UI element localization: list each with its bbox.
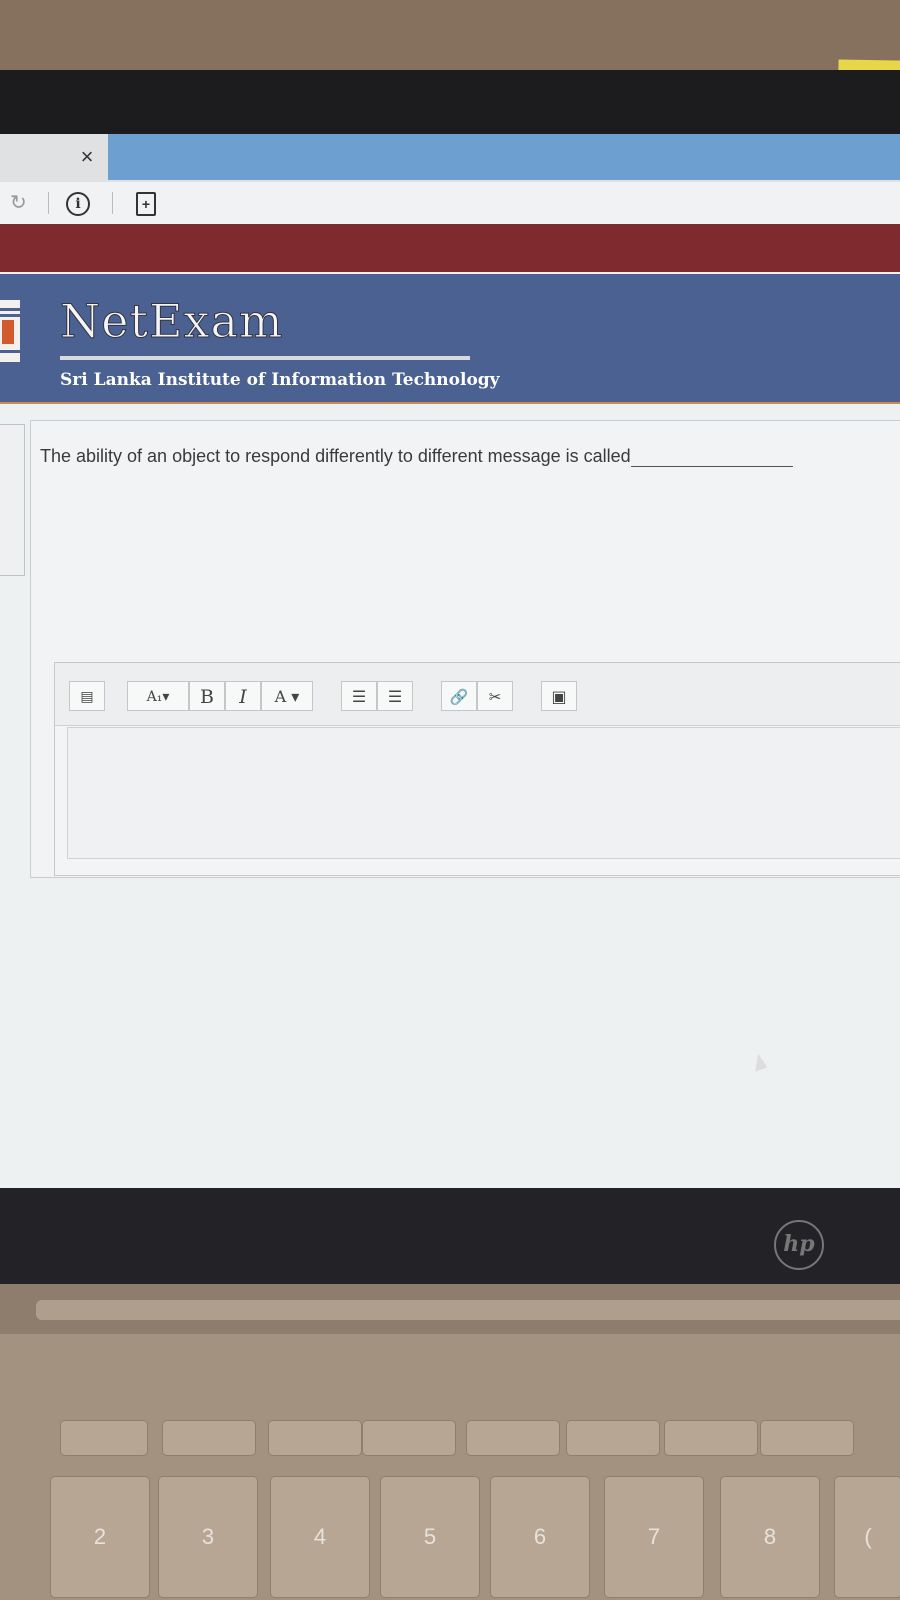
top-bezel	[0, 70, 900, 136]
key-2: 2	[50, 1476, 150, 1598]
laptop-screen: × ↻ i + NetExam Sri Lanka Institute of I…	[0, 134, 900, 1188]
sliit-logo-icon	[0, 300, 20, 362]
answer-blank	[630, 450, 793, 467]
function-key	[566, 1420, 660, 1456]
paragraph-format-dropdown[interactable]: A₁▾	[127, 681, 189, 711]
unlink-button[interactable]: ✂	[477, 681, 513, 711]
link-button[interactable]: 🔗	[441, 681, 477, 711]
key-6: 6	[490, 1476, 590, 1598]
function-key	[362, 1420, 456, 1456]
editor-toolbar: ▤ A₁▾ B I A ▾ ☰ ☰ 🔗 ✂ ▣	[55, 663, 900, 726]
key-3: 3	[158, 1476, 258, 1598]
header-divider	[0, 402, 900, 404]
mouse-cursor-icon	[749, 1052, 768, 1072]
reload-icon[interactable]: ↻	[10, 190, 27, 215]
font-color-dropdown[interactable]: A ▾	[261, 681, 313, 711]
insert-image-button[interactable]: ▣	[541, 681, 577, 711]
function-key	[268, 1420, 362, 1456]
bold-button[interactable]: B	[189, 681, 225, 711]
function-key	[466, 1420, 560, 1456]
separator	[112, 192, 113, 214]
key-4: 4	[270, 1476, 370, 1598]
key-8: 8	[720, 1476, 820, 1598]
function-key	[162, 1420, 256, 1456]
background-wall	[0, 0, 900, 70]
numbered-list-button[interactable]: ☰	[377, 681, 413, 711]
info-icon[interactable]: i	[66, 192, 90, 216]
function-key	[664, 1420, 758, 1456]
function-key	[760, 1420, 854, 1456]
question-text: The ability of an object to respond diff…	[40, 446, 631, 466]
hp-logo-icon: hp	[774, 1220, 824, 1270]
function-key	[60, 1420, 148, 1456]
pdf-icon[interactable]: +	[136, 192, 156, 216]
italic-button[interactable]: I	[225, 681, 261, 711]
site-header: NetExam Sri Lanka Institute of Informati…	[0, 274, 900, 402]
toolbar-toggle-icon[interactable]: ▤	[69, 681, 105, 711]
key-5: 5	[380, 1476, 480, 1598]
key-paren: (	[834, 1476, 900, 1598]
rich-text-editor: ▤ A₁▾ B I A ▾ ☰ ☰ 🔗 ✂ ▣	[54, 662, 900, 876]
side-panel-tab[interactable]	[0, 424, 25, 576]
question-row: The ability of an object to respond diff…	[40, 446, 793, 467]
answer-textarea[interactable]	[67, 727, 900, 859]
lower-bezel	[0, 1188, 900, 1284]
address-bar: ↻ i +	[0, 182, 900, 225]
hinge-edge	[36, 1300, 900, 1320]
top-red-band	[0, 224, 900, 272]
brand-title: NetExam	[60, 294, 284, 349]
key-7: 7	[604, 1476, 704, 1598]
brand-underline	[60, 356, 470, 360]
active-tab[interactable]	[108, 134, 900, 180]
close-icon[interactable]: ×	[74, 144, 100, 170]
institute-name: Sri Lanka Institute of Information Techn…	[60, 370, 500, 390]
separator	[48, 192, 49, 214]
tab-strip: ×	[0, 134, 900, 182]
bullet-list-button[interactable]: ☰	[341, 681, 377, 711]
